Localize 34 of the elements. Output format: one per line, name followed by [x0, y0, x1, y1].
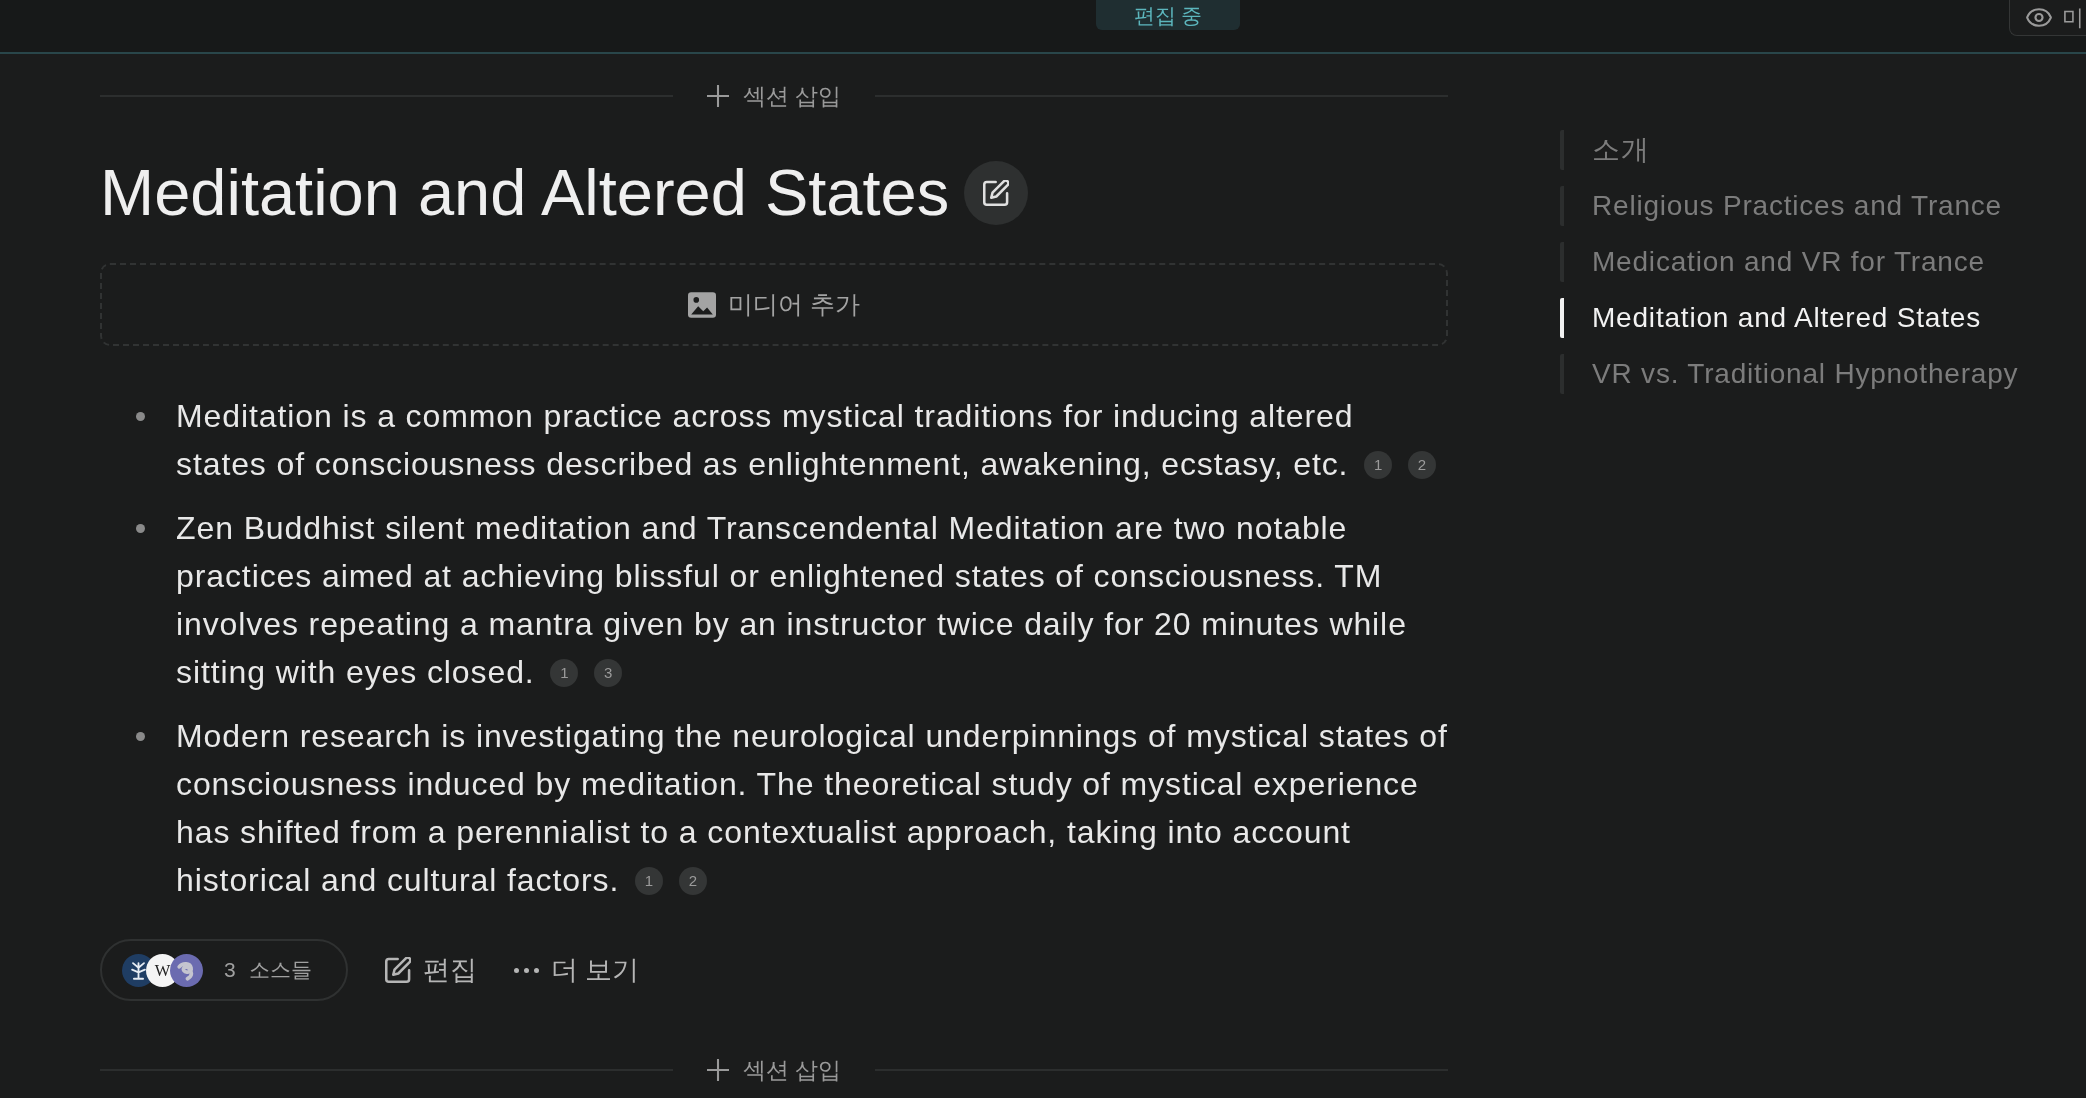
bullet-icon: [136, 524, 145, 533]
toc-link[interactable]: Meditation and Altered States: [1560, 298, 1981, 338]
insert-section-button[interactable]: 섹션 삽입: [706, 1054, 842, 1086]
bullet-icon: [136, 412, 145, 421]
swirl-logo-icon: [170, 953, 203, 987]
editing-status: 편집 중: [1096, 0, 1240, 30]
insert-section-button[interactable]: 섹션 삽입: [706, 80, 842, 112]
image-icon: [688, 291, 716, 318]
sources-button[interactable]: W 3 소스들: [100, 939, 348, 1001]
toc-link[interactable]: 소개: [1560, 130, 1650, 170]
edit-button[interactable]: 편집: [384, 952, 477, 988]
citation-link[interactable]: 1: [1364, 450, 1393, 479]
view-button[interactable]: 미: [2009, 0, 2086, 36]
toc-link[interactable]: Medication and VR for Trance: [1560, 242, 1985, 282]
plus-icon: [706, 1059, 729, 1081]
citation-link[interactable]: 1: [635, 866, 663, 895]
bullet-text: Modern research is investigating the neurological underpinnings of mystical states of consciousness induced by meditation. The theoretical study of mystical experience has shifted from a perennialist to a contextualist approach, taking into account historical and cultural factors. 1 2: [176, 717, 1449, 900]
more-button[interactable]: 더 보기: [513, 952, 640, 988]
citation-link[interactable]: 3: [594, 658, 623, 687]
citation-link[interactable]: 2: [1408, 450, 1436, 479]
bullet-icon: [136, 732, 145, 741]
eye-icon: [2026, 8, 2052, 27]
citation-link[interactable]: 1: [550, 658, 579, 687]
citation-link[interactable]: 2: [678, 866, 707, 895]
add-media-button[interactable]: 미디어 추가: [100, 263, 1448, 346]
toc-link[interactable]: Religious Practices and Trance: [1560, 186, 2002, 226]
bullet-text: Zen Buddhist silent meditation and Transcendental Meditation are two notable practices aimed at achieving blissful or enlightened states of consciousness. TM involves repeating a mantra given by an instructor twice daily for 20 minutes while sitting with eyes closed. 1 3: [176, 509, 1408, 692]
section-title: Meditation and Altered States: [100, 155, 950, 231]
bullet-text: Meditation is a common practice across mystical traditions for inducing altered states of consciousness described as enlightenment, awakening, ecstasy, etc. 1 2: [176, 392, 1450, 488]
toc-link[interactable]: VR vs. Traditional Hypnotherapy: [1560, 354, 2019, 394]
plus-icon: [706, 85, 729, 107]
more-icon: [513, 967, 539, 973]
pencil-icon: [384, 957, 411, 983]
pencil-icon: [983, 180, 1010, 206]
